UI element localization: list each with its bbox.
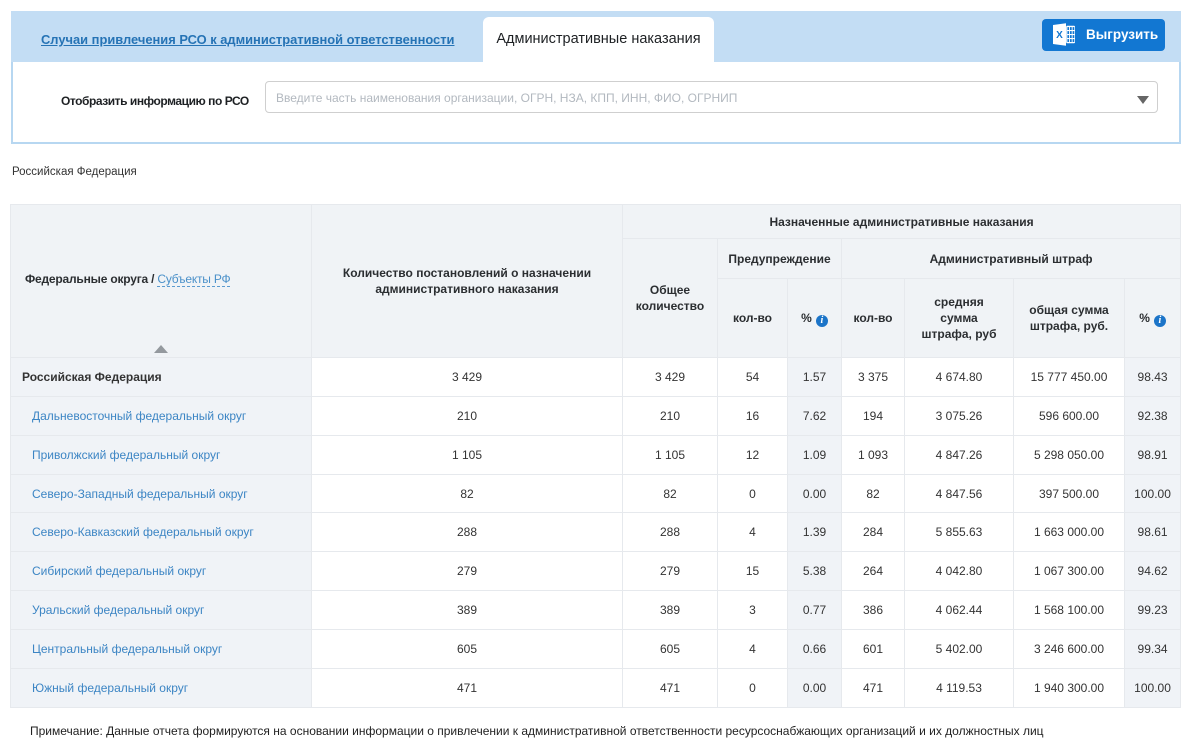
svg-text:X: X xyxy=(1056,30,1063,41)
